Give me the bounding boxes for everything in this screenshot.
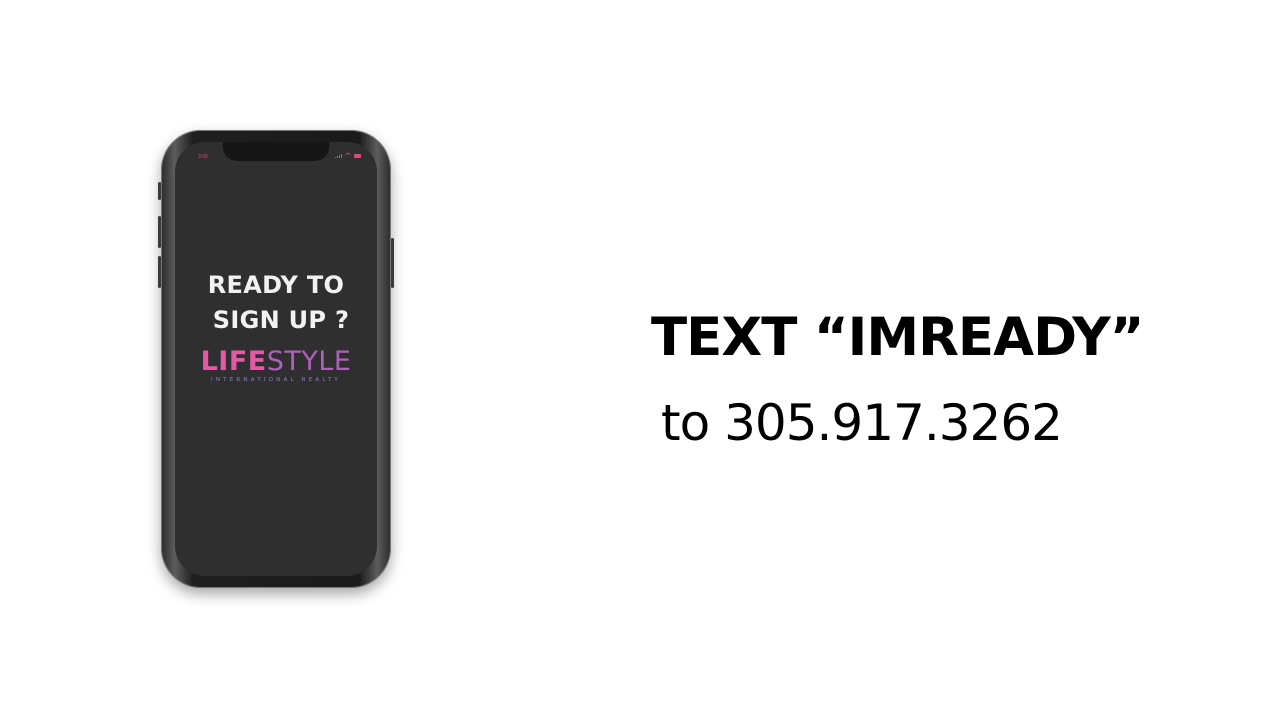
signal-icon bbox=[335, 154, 342, 158]
volume-up-button bbox=[158, 216, 161, 248]
silent-switch bbox=[158, 182, 161, 200]
phone-notch bbox=[223, 142, 329, 161]
brand-name-light: STYLE bbox=[266, 346, 352, 377]
brand-name: LIFESTYLE bbox=[175, 348, 377, 376]
heading-line-1: READY TO bbox=[207, 271, 345, 299]
phone-screen: 3:05 READY TO SIGN UP ? LIFESTYLE INTERN… bbox=[175, 142, 377, 576]
battery-icon bbox=[354, 154, 361, 158]
brand-name-bold: LIFE bbox=[200, 346, 267, 377]
status-time: 3:05 bbox=[198, 154, 208, 160]
brand-tagline: INTERNATIONAL REALTY bbox=[211, 377, 341, 383]
status-icons bbox=[335, 153, 361, 158]
slide: 3:05 READY TO SIGN UP ? LIFESTYLE INTERN… bbox=[0, 0, 1280, 720]
wifi-icon bbox=[345, 153, 351, 158]
phone-mockup: 3:05 READY TO SIGN UP ? LIFESTYLE INTERN… bbox=[158, 130, 394, 588]
heading-line-2: SIGN UP ? bbox=[212, 306, 350, 334]
cta-title: TEXT “IMREADY” bbox=[651, 307, 1145, 368]
power-button bbox=[391, 238, 394, 288]
brand-logo: LIFESTYLE INTERNATIONAL REALTY bbox=[175, 348, 377, 384]
cta-phone-number: to 305.917.3262 bbox=[661, 394, 1063, 452]
screen-heading: READY TO SIGN UP ? bbox=[175, 268, 377, 338]
volume-down-button bbox=[158, 256, 161, 288]
